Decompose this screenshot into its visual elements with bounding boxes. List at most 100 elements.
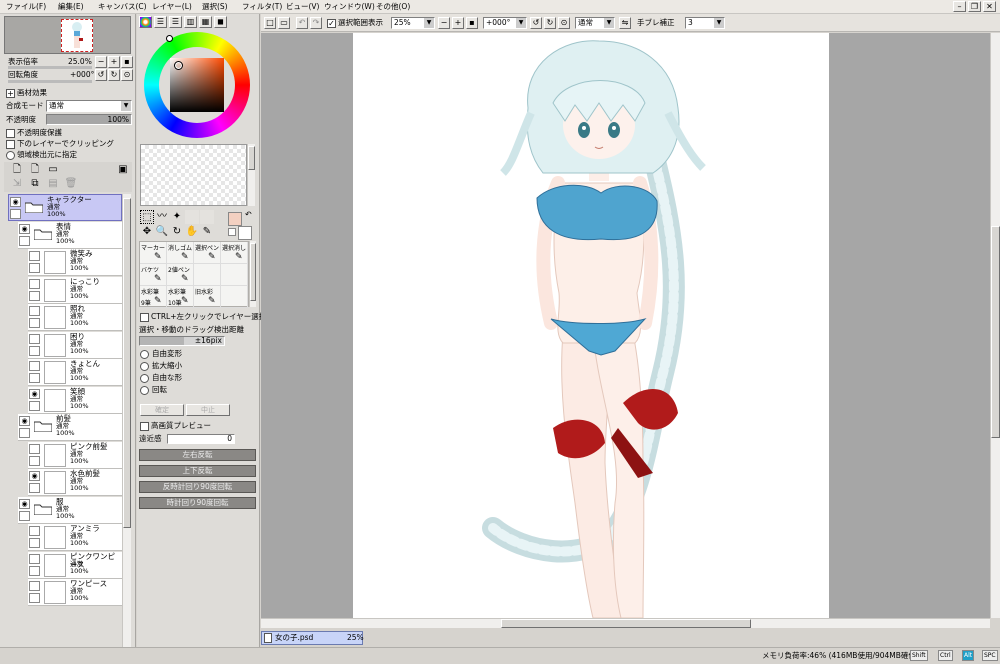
magic-wand-icon[interactable]: ✦ (170, 210, 184, 224)
brush-slot[interactable] (221, 264, 248, 286)
brush-slot[interactable] (194, 264, 221, 286)
new-layer-icon-2[interactable]: 🗋 (28, 163, 42, 177)
secondary-color-swatch[interactable] (238, 226, 252, 240)
brush-scrollbar-thumb[interactable] (250, 243, 256, 301)
brush-slot[interactable]: 2値ペン ✎ (167, 264, 194, 286)
menu-item[interactable]: フィルタ(T) (242, 2, 282, 12)
swatch-tab[interactable]: ▦ (199, 16, 212, 28)
canvas-horizontal-scrollbar[interactable] (261, 618, 990, 628)
lock-toggle[interactable] (29, 290, 40, 301)
flip-view-button[interactable]: ⇋ (619, 17, 631, 29)
layer-folder-row[interactable]: ◉ 表情 通常 100% (18, 221, 122, 249)
color-wheel-tab[interactable] (139, 16, 152, 28)
lock-toggle[interactable] (29, 593, 40, 603)
scratchpad-scrollbar[interactable] (247, 144, 255, 206)
minimize-button[interactable]: – (953, 1, 966, 12)
layer-scrollbar-thumb[interactable] (123, 198, 131, 528)
zoom-in-button[interactable]: + (452, 17, 464, 29)
close-window-button[interactable]: ✕ (983, 1, 996, 12)
zoom-reset-button[interactable]: ▪ (466, 17, 478, 29)
brush-slot[interactable]: 水彩筆 9筆 ✎ (140, 286, 167, 308)
lock-toggle[interactable] (29, 565, 40, 576)
nav-zoom-out-button[interactable]: − (95, 56, 107, 68)
lock-toggle[interactable] (29, 483, 40, 493)
layer-settings-icon[interactable]: ▣ (116, 163, 130, 177)
canvas-page[interactable] (353, 33, 829, 618)
visibility-eye-icon[interactable] (29, 251, 40, 261)
layer-row[interactable]: にっこり 通常 100% (28, 276, 122, 304)
brush-slot[interactable]: 選択ペン ✎ (194, 242, 221, 264)
menu-item[interactable]: レイヤー(L) (152, 2, 192, 12)
redo-button[interactable]: ↷ (310, 17, 322, 29)
rotate-tool-icon[interactable]: ↻ (170, 225, 184, 239)
lock-toggle[interactable] (10, 209, 21, 219)
menu-item[interactable]: ファイル(F) (6, 2, 46, 12)
zoom-select[interactable]: 25% ▼ (391, 17, 435, 29)
color-scratchpad[interactable] (140, 144, 247, 206)
visibility-eye-icon[interactable]: ◉ (19, 223, 30, 234)
canvas-vertical-thumb[interactable] (991, 226, 1000, 438)
hand-icon[interactable]: ✋ (185, 225, 199, 239)
rotate-cw-90-button[interactable]: 時計回り90度回転 (139, 497, 256, 509)
visibility-eye-icon[interactable] (29, 553, 40, 564)
selection-display-checkbox[interactable]: ✓ (327, 19, 336, 28)
drag-distance-slider[interactable]: ±16pix (139, 336, 225, 346)
visibility-eye-icon[interactable]: ◉ (19, 498, 30, 509)
lock-toggle[interactable] (19, 510, 30, 521)
nav-zoom-reset-button[interactable]: ▪ (121, 56, 133, 68)
nav-zoom-slider[interactable] (8, 66, 92, 69)
menu-item[interactable]: 編集(E) (58, 2, 84, 12)
nav-rotate-ccw-button[interactable]: ↺ (95, 69, 107, 81)
flip-horizontal-button[interactable]: 左右反転 (139, 449, 256, 461)
rgb-slider-tab[interactable]: ☰ (154, 16, 167, 28)
visibility-eye-icon[interactable] (29, 278, 40, 289)
brush-slot[interactable]: バケツ ✎ (140, 264, 167, 286)
brush-slot[interactable] (221, 286, 248, 308)
nav-zoom-in-button[interactable]: + (108, 56, 120, 68)
merge-down-icon[interactable]: ⧉ (28, 177, 42, 191)
transform-mode-radio[interactable] (140, 386, 149, 395)
mode-select[interactable]: 通常 ▼ (575, 17, 615, 29)
move-icon[interactable]: ✥ (140, 225, 154, 239)
rotate-reset-button[interactable]: ⊙ (558, 17, 570, 29)
saturation-value-square[interactable] (170, 58, 224, 112)
transfer-down-icon[interactable]: ⇲ (10, 177, 24, 191)
color-mixer-tab[interactable]: ▥ (184, 16, 197, 28)
transform-mode-radio[interactable] (140, 374, 149, 383)
scratchpad-tab[interactable]: ◼ (214, 16, 227, 28)
perspective-slider[interactable]: 0 (167, 434, 235, 444)
lock-toggle[interactable] (19, 428, 30, 438)
zoom-out-button[interactable]: − (438, 17, 450, 29)
lock-toggle[interactable] (19, 235, 30, 246)
visibility-eye-icon[interactable]: ◉ (29, 471, 40, 481)
brush-slot[interactable]: 選択消し ✎ (221, 242, 248, 264)
delete-layer-icon[interactable]: 🗑 (64, 177, 78, 191)
nav-rotate-slider[interactable] (8, 80, 92, 83)
clear-layer-icon[interactable]: ▤ (46, 177, 60, 191)
layer-folder-row[interactable]: ◉ キャラクター 通常 100% (8, 194, 122, 221)
document-tab[interactable]: 女の子.psd 25% (261, 631, 364, 645)
undo-button[interactable]: ↶ (296, 17, 308, 29)
navigator-preview[interactable] (4, 16, 131, 54)
lock-toggle[interactable] (29, 400, 40, 411)
primary-color-swatch[interactable] (228, 212, 242, 226)
canvas-area[interactable] (261, 33, 990, 618)
lasso-icon[interactable]: 〰 (155, 210, 169, 224)
rotate-cw-button[interactable]: ↻ (544, 17, 556, 29)
brush-slot[interactable]: 消しゴム ✎ (167, 242, 194, 264)
blend-mode-select[interactable]: 通常 ▼ (46, 100, 132, 112)
hsv-slider-tab[interactable]: ☰ (169, 16, 182, 28)
visibility-eye-icon[interactable]: ◉ (10, 197, 21, 207)
layer-row[interactable]: ピンク前髪 通常 100% (28, 441, 122, 469)
menu-item[interactable]: ウィンドウ(W) (324, 2, 375, 12)
deselect-button[interactable]: □ (264, 17, 276, 29)
layer-row[interactable]: 微笑み 通常 100% (28, 249, 122, 276)
rotate-ccw-90-button[interactable]: 反時計回り90度回転 (139, 481, 256, 493)
layer-folder-row[interactable]: ◉ 服通常 100% (18, 496, 122, 524)
visibility-eye-icon[interactable]: ◉ (19, 416, 30, 426)
nav-rotate-reset-button[interactable]: ⊙ (121, 69, 133, 81)
select-all-button[interactable]: ▭ (278, 17, 290, 29)
lock-toggle[interactable] (29, 373, 40, 383)
layer-row[interactable]: きょとん 通常 100% (28, 359, 122, 386)
layer-row[interactable]: ワンピース 通常 100% (28, 579, 122, 606)
